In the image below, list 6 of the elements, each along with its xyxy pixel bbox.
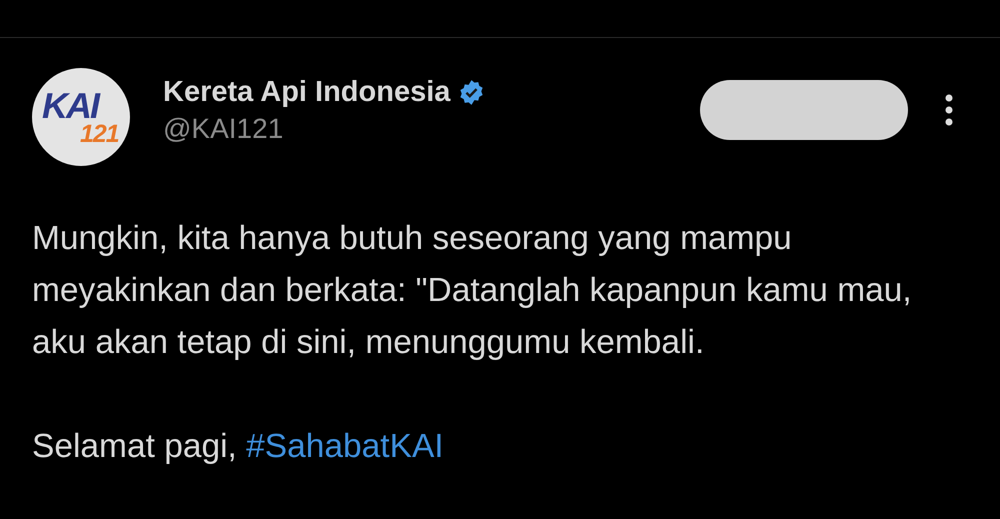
hashtag-link[interactable]: #SahabatKAI xyxy=(246,428,444,465)
more-options-icon[interactable] xyxy=(944,93,954,127)
tweet-text: Mungkin, kita hanya butuh seseorang yang mampu meyakinkan dan berkata: "Datanglah kapanpun kamu mau, aku akan tetap di sini, menunggumu kembali. xyxy=(32,219,913,363)
tweet-text: Selamat pagi, #SahabatKAI xyxy=(32,427,445,467)
account-handle: @KAI121 xyxy=(163,112,284,144)
account-name: Kereta Api Indonesia xyxy=(163,76,450,108)
